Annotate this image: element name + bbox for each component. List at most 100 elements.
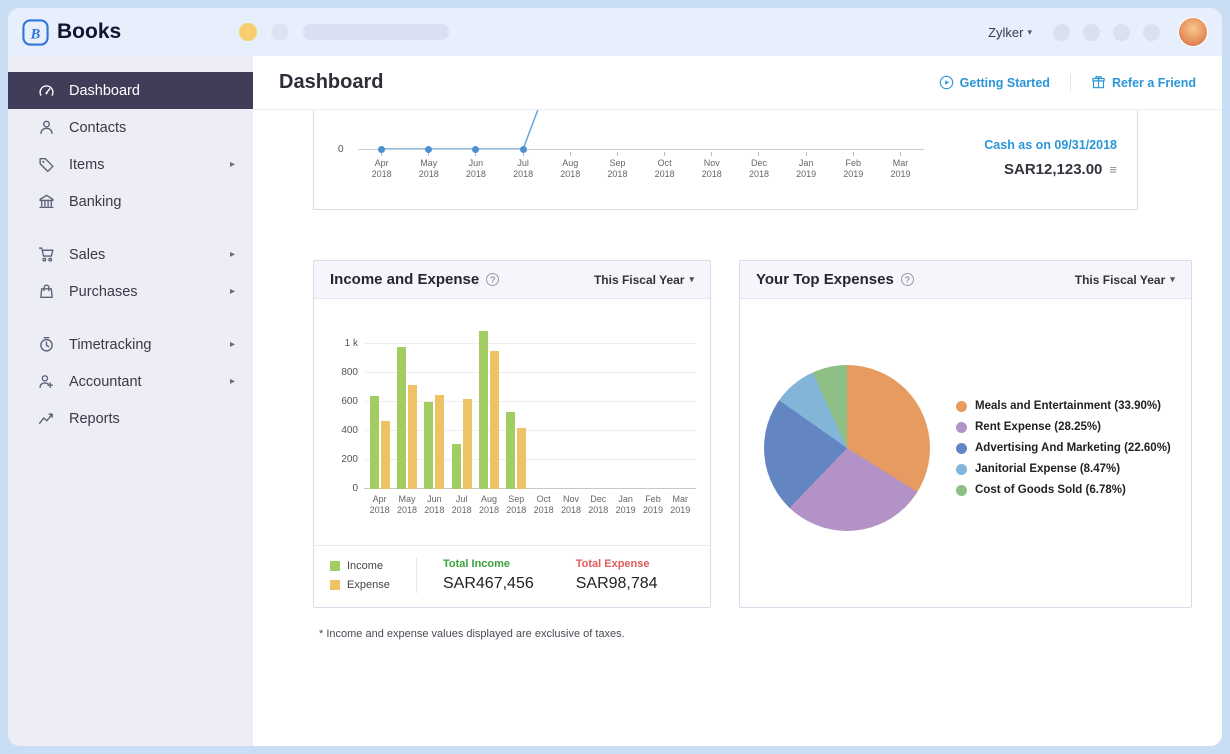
help-icon[interactable]: ? xyxy=(901,273,914,286)
x-axis-label: Jun2018 xyxy=(421,494,448,517)
expense-bar xyxy=(490,351,499,489)
books-logo-icon[interactable]: B xyxy=(22,19,49,46)
refer-friend-link[interactable]: Refer a Friend xyxy=(1091,75,1196,90)
legend-swatch xyxy=(956,464,967,475)
sidebar-item-label: Reports xyxy=(69,411,120,427)
x-axis-label: May2018 xyxy=(405,152,452,181)
fiscal-year-dropdown[interactable]: This Fiscal Year ▾ xyxy=(594,273,694,287)
page-header: Dashboard Getting Started Refer a Friend xyxy=(253,56,1222,110)
x-axis-label: Aug2018 xyxy=(547,152,594,181)
legend-swatch xyxy=(956,401,967,412)
totals: Total Income SAR467,456 Total Expense SA… xyxy=(416,558,658,593)
sidebar-item-dashboard[interactable]: Dashboard xyxy=(8,72,253,109)
bar-group xyxy=(503,412,530,489)
hamburger-icon[interactable]: ≡ xyxy=(1109,162,1117,177)
x-axis-label: Aug2018 xyxy=(475,494,502,517)
y-axis-label: 200 xyxy=(324,454,358,465)
banking-icon xyxy=(38,193,55,210)
sidebar-item-purchases[interactable]: Purchases▸ xyxy=(8,273,253,310)
cash-as-on-link[interactable]: Cash as on 09/31/2018 xyxy=(984,138,1117,152)
topbar-circle-icon[interactable] xyxy=(1083,24,1100,41)
legend-item: Cost of Goods Sold (6.78%) xyxy=(956,484,1171,496)
chevron-right-icon: ▸ xyxy=(230,159,235,170)
total-income-value: SAR467,456 xyxy=(443,575,534,593)
dashboard-content: 0 Apr2018May2018Jun2018Jul2018Aug2018Sep… xyxy=(253,110,1222,746)
cash-flow-chart: 0 Apr2018May2018Jun2018Jul2018Aug2018Sep… xyxy=(358,110,924,209)
header-links: Getting Started Refer a Friend xyxy=(939,74,1196,92)
legend-swatch xyxy=(956,443,967,454)
getting-started-link[interactable]: Getting Started xyxy=(939,75,1050,90)
sidebar-item-timetracking[interactable]: Timetracking▸ xyxy=(8,326,253,363)
svg-text:B: B xyxy=(30,26,41,42)
card-title: Your Top Expenses ? xyxy=(756,271,914,288)
y-axis-label: 600 xyxy=(324,396,358,407)
y-axis-label: 400 xyxy=(324,425,358,436)
sidebar-item-label: Dashboard xyxy=(69,83,140,99)
caret-down-icon: ▾ xyxy=(689,274,694,285)
legend-label: Rent Expense (28.25%) xyxy=(975,421,1101,433)
caret-down-icon: ▾ xyxy=(1170,274,1175,285)
chart-footer: IncomeExpense Total Income SAR467,456 To… xyxy=(314,545,710,607)
total-expense-label: Total Expense xyxy=(576,558,658,570)
topbar-circle-icon[interactable] xyxy=(1113,24,1130,41)
org-menu[interactable]: Zylker ▾ xyxy=(988,25,1032,40)
x-axis-label: Feb2019 xyxy=(639,494,666,517)
x-axis-label: Sep2018 xyxy=(594,152,641,181)
topbar: B Books Zylker ▾ xyxy=(8,8,1222,56)
legend-item: Expense xyxy=(330,579,416,591)
topbar-circle-icon[interactable] xyxy=(1143,24,1160,41)
axis-tick xyxy=(853,152,854,156)
x-axis-label: May2018 xyxy=(393,494,420,517)
sidebar-item-label: Banking xyxy=(69,194,121,210)
sales-icon xyxy=(38,246,55,263)
bar-group xyxy=(448,399,475,489)
sidebar-item-banking[interactable]: Banking xyxy=(8,183,253,220)
sidebar-item-reports[interactable]: Reports xyxy=(8,400,253,437)
sidebar-item-label: Sales xyxy=(69,247,105,263)
bar-group xyxy=(366,396,393,489)
sidebar-item-label: Accountant xyxy=(69,374,142,390)
cash-flow-card: 0 Apr2018May2018Jun2018Jul2018Aug2018Sep… xyxy=(313,110,1138,210)
sidebar-item-accountant[interactable]: Accountant ▸ xyxy=(8,363,253,400)
chevron-right-icon: ▸ xyxy=(230,376,235,387)
pie-chart xyxy=(764,365,930,531)
card-title: Income and Expense ? xyxy=(330,271,499,288)
legend-item: Advertising And Marketing (22.60%) xyxy=(956,442,1171,454)
chevron-right-icon: ▸ xyxy=(230,286,235,297)
data-point xyxy=(520,146,527,153)
income-bar xyxy=(424,402,433,489)
income-expense-card: Income and Expense ? This Fiscal Year ▾ … xyxy=(313,260,711,608)
search-bar[interactable] xyxy=(303,24,449,40)
legend-label: Expense xyxy=(347,579,390,591)
x-axis-labels: Apr2018May2018Jun2018Jul2018Aug2018Sep20… xyxy=(358,152,924,181)
x-axis-label: Jan2019 xyxy=(612,494,639,517)
legend-label: Meals and Entertainment (33.90%) xyxy=(975,400,1161,412)
topbar-circle-icon[interactable] xyxy=(271,23,289,41)
sidebar-item-items[interactable]: Items ▸ xyxy=(8,146,253,183)
legend-swatch xyxy=(956,422,967,433)
page-title: Dashboard xyxy=(279,71,383,94)
axis-tick xyxy=(664,152,665,156)
dashboard-icon xyxy=(38,82,55,99)
user-avatar[interactable] xyxy=(1178,17,1208,47)
expense-bar xyxy=(463,399,472,489)
help-icon[interactable]: ? xyxy=(486,273,499,286)
legend-label: Cost of Goods Sold (6.78%) xyxy=(975,484,1126,496)
legend-swatch xyxy=(330,561,340,571)
app-window: B Books Zylker ▾ Dashboard Contacts Items ▸… xyxy=(8,8,1222,746)
gift-icon xyxy=(1091,75,1106,90)
bar-group xyxy=(393,347,420,489)
axis-tick xyxy=(758,152,759,156)
sidebar-item-label: Items xyxy=(69,157,104,173)
items-icon xyxy=(38,156,55,173)
fiscal-year-dropdown[interactable]: This Fiscal Year ▾ xyxy=(1075,273,1175,287)
sidebar-item-contacts[interactable]: Contacts xyxy=(8,109,253,146)
x-axis-label: Feb2019 xyxy=(830,152,877,181)
x-axis-label: Mar2019 xyxy=(877,152,924,181)
sidebar-item-sales[interactable]: Sales▸ xyxy=(8,236,253,273)
topbar-status-icon[interactable] xyxy=(239,23,257,41)
chart-legend: IncomeExpense xyxy=(330,560,416,591)
legend-item: Janitorial Expense (8.47%) xyxy=(956,463,1171,475)
x-axis-label: Jan2019 xyxy=(783,152,830,181)
topbar-circle-icon[interactable] xyxy=(1053,24,1070,41)
